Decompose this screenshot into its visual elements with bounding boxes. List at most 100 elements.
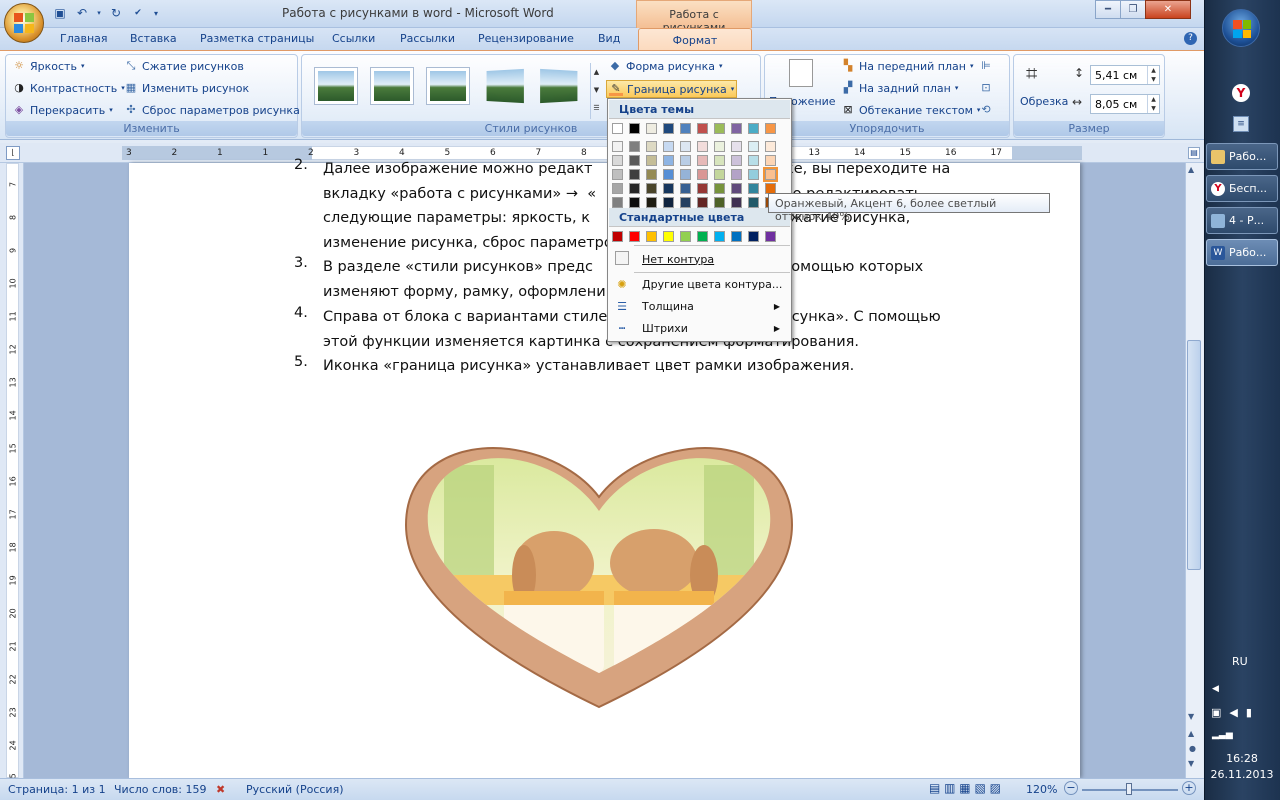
picture-style-4[interactable] xyxy=(482,67,526,105)
picture-border-button[interactable]: ✎ Граница рисунка ▾ xyxy=(606,80,738,98)
theme-color-swatch[interactable] xyxy=(663,123,674,134)
theme-shade-swatch[interactable] xyxy=(612,169,623,180)
view-ruler-icon[interactable]: ▤ xyxy=(1188,147,1200,159)
standard-color-swatch[interactable] xyxy=(714,231,725,242)
language-bar[interactable]: RU xyxy=(1232,655,1248,668)
bring-to-front-button[interactable]: ▚ На передний план ▾ xyxy=(841,59,974,73)
minimize-button[interactable]: ━ xyxy=(1095,0,1121,19)
recolor-button[interactable]: ◈ Перекрасить ▾ xyxy=(12,103,113,117)
picture-style-1[interactable] xyxy=(314,67,358,105)
standard-color-swatch[interactable] xyxy=(731,231,742,242)
theme-shade-swatch[interactable] xyxy=(629,183,640,194)
scroll-down-icon[interactable]: ▼ xyxy=(1188,712,1194,721)
volume-icon[interactable]: ◀ xyxy=(1229,706,1237,719)
browse-object-icon[interactable]: ● xyxy=(1189,744,1196,753)
taskbar-item-word[interactable]: W Рабо... xyxy=(1206,239,1278,266)
no-outline-item[interactable]: Нет контура xyxy=(609,248,790,270)
tab-page-layout[interactable]: Разметка страницы xyxy=(200,32,314,45)
reset-picture-button[interactable]: ✣ Сброс параметров рисунка xyxy=(124,103,299,117)
theme-shade-swatch[interactable] xyxy=(663,197,674,208)
page-count[interactable]: Страница: 1 из 1 xyxy=(8,783,106,796)
clock-time[interactable]: 16:28 xyxy=(1204,752,1280,765)
brightness-button[interactable]: ☼ Яркость ▾ xyxy=(12,59,84,73)
theme-shade-swatch[interactable] xyxy=(714,169,725,180)
signal-icon[interactable]: ▂▃▅ xyxy=(1212,730,1233,740)
power-icon[interactable]: ▮ xyxy=(1246,706,1252,719)
height-spinner[interactable]: 5,41 см ▲ ▼ xyxy=(1090,65,1160,85)
theme-shade-swatch[interactable] xyxy=(680,141,691,152)
clock-date[interactable]: 26.11.2013 xyxy=(1204,768,1280,781)
theme-color-swatch[interactable] xyxy=(714,123,725,134)
contrast-button[interactable]: ◑ Контрастность ▾ xyxy=(12,81,125,95)
theme-color-swatch[interactable] xyxy=(680,123,691,134)
maximize-button[interactable]: ❐ xyxy=(1120,0,1146,19)
heart-picture[interactable] xyxy=(404,445,794,710)
theme-shade-swatch[interactable] xyxy=(765,141,776,152)
tab-mailings[interactable]: Рассылки xyxy=(400,32,455,45)
theme-color-swatch[interactable] xyxy=(612,123,623,134)
picture-style-2[interactable] xyxy=(370,67,414,105)
picture-style-3[interactable] xyxy=(426,67,470,105)
tab-review[interactable]: Рецензирование xyxy=(478,32,574,45)
theme-shade-swatch[interactable] xyxy=(663,183,674,194)
theme-shade-swatch[interactable] xyxy=(697,141,708,152)
tab-insert[interactable]: Вставка xyxy=(130,32,177,45)
send-to-back-button[interactable]: ▞ На задний план ▾ xyxy=(841,81,959,95)
theme-shade-swatch[interactable] xyxy=(663,169,674,180)
standard-color-swatch[interactable] xyxy=(680,231,691,242)
previous-page-icon[interactable]: ▲ xyxy=(1188,729,1194,738)
theme-shade-swatch[interactable] xyxy=(663,155,674,166)
tab-format[interactable]: Формат xyxy=(638,28,752,52)
text-wrapping-button[interactable]: ⊠ Обтекание текстом ▾ xyxy=(841,103,980,117)
save-icon[interactable]: ▣ xyxy=(52,5,68,21)
show-hidden-icons[interactable]: ◀ xyxy=(1212,684,1219,694)
help-icon[interactable]: ? xyxy=(1184,32,1197,45)
theme-shade-swatch[interactable] xyxy=(748,141,759,152)
theme-shade-swatch[interactable] xyxy=(731,169,742,180)
theme-shade-swatch[interactable] xyxy=(697,155,708,166)
close-button[interactable]: ✕ xyxy=(1145,0,1191,19)
standard-color-swatch[interactable] xyxy=(748,231,759,242)
height-spinner-arrows[interactable]: ▲ ▼ xyxy=(1147,66,1159,84)
next-page-icon[interactable]: ▼ xyxy=(1188,759,1194,768)
taskbar-item-paint[interactable]: 4 - Р... xyxy=(1206,207,1278,234)
tab-selector-icon[interactable]: ⌊ xyxy=(6,146,20,160)
theme-color-swatch[interactable] xyxy=(748,123,759,134)
tab-home[interactable]: Главная xyxy=(60,32,108,45)
scrollbar-thumb[interactable] xyxy=(1187,340,1201,570)
group-button[interactable]: ⊡ xyxy=(979,81,993,95)
standard-color-swatch[interactable] xyxy=(697,231,708,242)
undo-dropdown-icon[interactable]: ▾ xyxy=(96,5,102,21)
theme-shade-swatch[interactable] xyxy=(629,197,640,208)
standard-color-swatch[interactable] xyxy=(765,231,776,242)
office-button[interactable] xyxy=(4,3,44,43)
theme-shade-swatch[interactable] xyxy=(612,155,623,166)
standard-color-swatch[interactable] xyxy=(663,231,674,242)
theme-color-swatch[interactable] xyxy=(697,123,708,134)
language-indicator[interactable]: Русский (Россия) xyxy=(246,783,344,796)
theme-shade-swatch[interactable] xyxy=(697,197,708,208)
standard-color-swatch[interactable] xyxy=(629,231,640,242)
theme-shade-swatch[interactable] xyxy=(629,169,640,180)
theme-shade-swatch[interactable] xyxy=(697,183,708,194)
theme-color-swatch[interactable] xyxy=(629,123,640,134)
yandex-browser-icon[interactable]: Y xyxy=(1232,84,1250,102)
theme-shade-swatch[interactable] xyxy=(680,169,691,180)
theme-color-swatch[interactable] xyxy=(646,123,657,134)
taskbar-item-browser[interactable]: Y Бесп... xyxy=(1206,175,1278,202)
start-button[interactable] xyxy=(1222,9,1260,47)
theme-shade-swatch[interactable] xyxy=(748,155,759,166)
theme-color-swatch[interactable] xyxy=(731,123,742,134)
picture-shape-button[interactable]: ◆ Форма рисунка ▾ xyxy=(608,59,723,73)
theme-shade-swatch[interactable] xyxy=(714,155,725,166)
app-icon[interactable]: ≡ xyxy=(1233,116,1249,132)
theme-shade-swatch[interactable] xyxy=(629,141,640,152)
theme-shade-swatch[interactable] xyxy=(697,169,708,180)
zoom-level[interactable]: 120% xyxy=(1026,783,1057,796)
spelling-icon[interactable]: ✔ xyxy=(130,5,146,21)
more-outline-colors-item[interactable]: ✺ Другие цвета контура... xyxy=(609,273,790,295)
theme-shade-swatch[interactable] xyxy=(748,183,759,194)
theme-shade-swatch[interactable] xyxy=(763,167,778,182)
standard-color-swatch[interactable] xyxy=(646,231,657,242)
proofing-icon[interactable]: ✖ xyxy=(216,783,225,796)
